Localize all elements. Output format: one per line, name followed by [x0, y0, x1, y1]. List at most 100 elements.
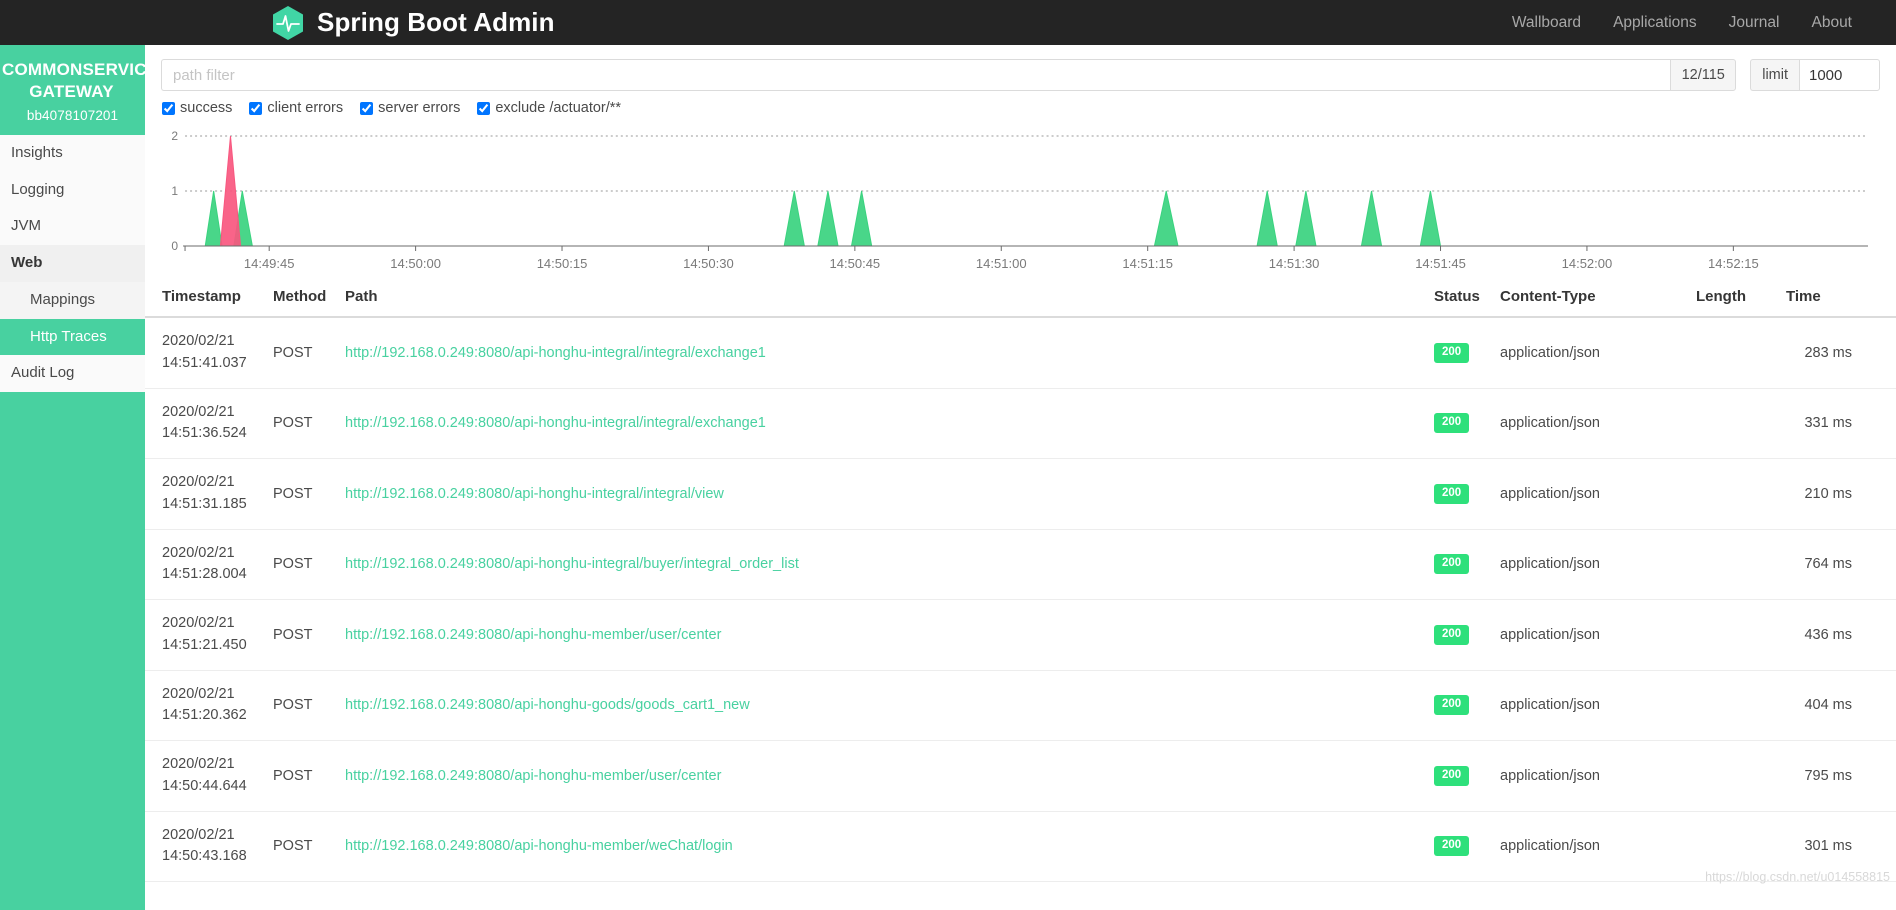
cell-time: 436 ms [1778, 599, 1896, 671]
path-link[interactable]: http://192.168.0.249:8080/api-honghu-int… [345, 556, 799, 572]
brand-title: Spring Boot Admin [317, 7, 555, 37]
cell-time: 210 ms [1778, 458, 1896, 530]
status-badge: 200 [1434, 483, 1470, 504]
table-row[interactable]: 2020/02/21 14:50:43.168 POST http://192.168… [145, 811, 1896, 882]
sidebar-item-jvm[interactable]: JVM [0, 208, 145, 246]
path-link[interactable]: http://192.168.0.249:8080/api-honghu-int… [345, 345, 766, 361]
timestamp-time: 14:51:41.037 [162, 354, 247, 371]
path-link[interactable]: http://192.168.0.249:8080/api-honghu-goo… [345, 697, 750, 713]
checkbox-success-input[interactable] [162, 101, 175, 115]
cell-timestamp: 2020/02/21 14:51:41.037 [145, 317, 265, 389]
timestamp-time: 14:50:43.168 [162, 848, 247, 865]
checkbox-client-errors[interactable]: client errors [249, 100, 343, 116]
path-link[interactable]: http://192.168.0.249:8080/api-honghu-int… [345, 415, 766, 431]
cell-path: http://192.168.0.249:8080/api-honghu-mem… [337, 740, 1426, 812]
cell-method: POST [265, 388, 337, 459]
checkbox-server-errors-input[interactable] [360, 101, 374, 115]
sidebar-item-insights[interactable]: Insights [0, 134, 145, 172]
status-badge: 200 [1434, 765, 1470, 786]
cell-content-type: application/json [1492, 599, 1688, 671]
limit-label: limit [1750, 59, 1799, 91]
cell-length [1688, 670, 1778, 741]
th-path[interactable]: Path [337, 278, 1426, 318]
cell-path: http://192.168.0.249:8080/api-honghu-mem… [337, 599, 1426, 671]
cell-path: http://192.168.0.249:8080/api-honghu-goo… [337, 670, 1426, 741]
cell-timestamp: 2020/02/21 14:51:31.185 [145, 458, 265, 530]
table-header-row: Timestamp Method Path Status Content-Typ… [145, 278, 1896, 318]
cell-path: http://192.168.0.249:8080/api-honghu-int… [337, 388, 1426, 459]
path-link[interactable]: http://192.168.0.249:8080/api-honghu-int… [345, 486, 724, 502]
cell-path: http://192.168.0.249:8080/api-honghu-int… [337, 458, 1426, 530]
th-content-type[interactable]: Content-Type [1492, 278, 1688, 318]
path-link[interactable]: http://192.168.0.249:8080/api-honghu-mem… [345, 627, 721, 643]
th-time[interactable]: Time [1778, 278, 1896, 318]
cell-method: POST [265, 529, 337, 600]
table-row[interactable]: 2020/02/21 14:51:28.004 POST http://192.168… [145, 529, 1896, 600]
cell-method: POST [265, 670, 337, 741]
cell-status: 200 [1426, 458, 1492, 530]
status-badge: 200 [1434, 342, 1470, 363]
brand[interactable]: Spring Boot Admin [272, 5, 555, 41]
path-link[interactable]: http://192.168.0.249:8080/api-honghu-mem… [345, 838, 733, 854]
checkbox-success-label: success [180, 100, 233, 116]
cell-content-type: application/json [1492, 529, 1688, 600]
sidebar: COMMONSERVICE GATEWAY bb4078107201 Insig… [0, 45, 159, 910]
top-navbar: Spring Boot Admin Wallboard Applications… [0, 0, 1896, 45]
checkbox-exclude-actuator-input[interactable] [477, 101, 491, 115]
nav-link-applications[interactable]: Applications [1613, 14, 1697, 32]
timestamp-time: 14:51:28.004 [162, 566, 247, 583]
cell-length [1688, 388, 1778, 459]
chart-x-tick-label: 14:49:45 [244, 256, 295, 271]
timestamp-date: 2020/02/21 [162, 544, 235, 561]
checkbox-success[interactable]: success [162, 100, 232, 116]
cell-method: POST [265, 317, 337, 389]
path-filter-input[interactable] [161, 59, 1671, 91]
nav-link-journal[interactable]: Journal [1729, 14, 1780, 32]
checkbox-exclude-actuator[interactable]: exclude /actuator/** [477, 100, 621, 116]
limit-input[interactable] [1799, 59, 1880, 91]
cell-status: 200 [1426, 388, 1492, 459]
cell-length [1688, 317, 1778, 389]
checkbox-server-errors[interactable]: server errors [360, 100, 460, 116]
app-name-line2: GATEWAY [29, 82, 114, 102]
th-status[interactable]: Status [1426, 278, 1492, 318]
table-row[interactable]: 2020/02/21 14:51:20.362 POST http://192.168… [145, 670, 1896, 741]
table-body: 2020/02/21 14:51:41.037 POST http://192.168… [145, 317, 1896, 882]
app-name-line1: COMMONSERVICE [2, 60, 159, 79]
table-row[interactable]: 2020/02/21 14:51:36.524 POST http://192.168… [145, 388, 1896, 459]
th-timestamp[interactable]: Timestamp [145, 278, 265, 318]
limit-control: limit [1750, 59, 1880, 91]
path-link[interactable]: http://192.168.0.249:8080/api-honghu-mem… [345, 768, 721, 784]
chart-x-tick-label: 14:52:15 [1708, 256, 1759, 271]
table-row[interactable]: 2020/02/21 14:51:41.037 POST http://192.168… [145, 317, 1896, 389]
nav-link-about[interactable]: About [1811, 14, 1852, 32]
th-length[interactable]: Length [1688, 278, 1778, 318]
sidebar-item-audit-log[interactable]: Audit Log [0, 355, 145, 393]
table-row[interactable]: 2020/02/21 14:51:31.185 POST http://192.168… [145, 458, 1896, 530]
timestamp-time: 14:51:21.450 [162, 636, 247, 653]
checkbox-client-errors-input[interactable] [249, 101, 263, 115]
checkbox-exclude-actuator-label: exclude /actuator/** [495, 100, 622, 116]
chart-series-client-errors [219, 135, 242, 247]
sidebar-item-logging[interactable]: Logging [0, 171, 145, 209]
nav-link-wallboard[interactable]: Wallboard [1512, 14, 1581, 32]
app-instance-id: bb4078107201 [26, 107, 119, 123]
cell-time: 764 ms [1778, 529, 1896, 600]
cell-method: POST [265, 599, 337, 671]
cell-timestamp: 2020/02/21 14:51:36.524 [145, 388, 265, 459]
sidebar-item-mappings[interactable]: Mappings [0, 281, 145, 319]
chart-x-tick-label: 14:50:15 [537, 256, 588, 271]
timestamp-date: 2020/02/21 [162, 756, 235, 772]
chart-x-tick-label: 14:51:45 [1415, 256, 1466, 271]
cell-status: 200 [1426, 670, 1492, 741]
table-row[interactable]: 2020/02/21 14:50:44.644 POST http://192.168… [145, 740, 1896, 812]
timestamp-time: 14:50:44.644 [162, 777, 247, 794]
cell-length [1688, 599, 1778, 671]
th-method[interactable]: Method [265, 278, 337, 318]
cell-length [1688, 740, 1778, 812]
sidebar-item-web[interactable]: Web [0, 245, 145, 282]
timestamp-date: 2020/02/21 [162, 333, 235, 349]
status-badge: 200 [1434, 413, 1470, 434]
table-row[interactable]: 2020/02/21 14:51:21.450 POST http://192.168… [145, 599, 1896, 671]
sidebar-item-http-traces[interactable]: Http Traces [0, 318, 145, 356]
